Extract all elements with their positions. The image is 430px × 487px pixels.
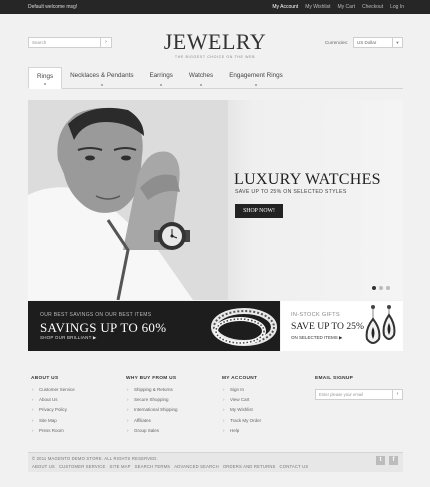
currency-label: Currencies: — [325, 40, 349, 45]
tab-necklaces-pendants[interactable]: Necklaces & Pendants — [62, 67, 141, 89]
footer: ABOUT US Customer Service About Us Priva… — [28, 376, 403, 446]
footer-link[interactable]: Privacy Policy — [31, 405, 121, 415]
login-link[interactable]: Log In — [390, 0, 404, 14]
tab-indicator-icon — [44, 83, 47, 85]
twitter-icon[interactable]: t — [376, 456, 385, 465]
footer-heading: ABOUT US — [31, 376, 59, 381]
top-links: My Account My Wishlist My Cart Checkout … — [272, 0, 404, 14]
footer-signup-column: EMAIL SIGNUP — [315, 376, 405, 385]
chevron-down-icon: ▼ — [392, 38, 402, 47]
tab-indicator-icon — [200, 84, 203, 86]
bottom-link-orders-returns[interactable]: ORDERS AND RETURNS — [223, 464, 276, 469]
tab-label: Earrings — [149, 72, 173, 79]
tab-label: Watches — [188, 72, 214, 79]
tab-earrings[interactable]: Earrings — [141, 67, 180, 89]
shop-now-button[interactable]: SHOP NOW! — [235, 204, 283, 218]
gifts-banner-headline: SAVE UP TO 25% — [291, 321, 364, 332]
arrow-right-icon: ▶ — [92, 335, 97, 340]
footer-link[interactable]: Group Sales — [126, 426, 216, 436]
footer-heading: WHY BUY FROM US — [126, 376, 177, 381]
footer-bottom-links: ABOUT US CUSTOMER SERVICE SITE MAP SEARC… — [32, 464, 308, 469]
gifts-banner-link[interactable]: ON SELECTED ITEMS ▶ — [291, 335, 343, 341]
savings-banner[interactable]: OUR BEST SAVINGS ON OUR BEST ITEMS SAVIN… — [28, 301, 280, 351]
currency-select[interactable]: US Dollar ▼ — [353, 37, 404, 48]
slider-subline: SAVE UP TO 25% ON SELECTED STYLES — [235, 189, 347, 195]
checkout-link[interactable]: Checkout — [362, 0, 383, 14]
bottom-link-site-map[interactable]: SITE MAP — [110, 464, 131, 469]
currency-switcher: Currencies: US Dollar ▼ — [325, 37, 404, 48]
tab-indicator-icon — [100, 84, 103, 86]
arrow-right-icon: ▶ — [339, 335, 343, 340]
savings-banner-link-label: SHOP OUR BRILLIANT — [40, 335, 92, 340]
footer-link[interactable]: View Cart — [222, 395, 312, 405]
footer-bottom-bar: © 2011 MAGENTO DEMO STORE. ALL RIGHTS RE… — [28, 452, 403, 472]
tab-rings[interactable]: Rings — [28, 67, 63, 89]
hero-slider[interactable]: LUXURY WATCHES SAVE UP TO 25% ON SELECTE… — [28, 100, 403, 300]
bottom-link-customer-service[interactable]: CUSTOMER SERVICE — [59, 464, 106, 469]
gifts-banner[interactable]: IN-STOCK GIFTS SAVE UP TO 25% ON SELECTE… — [281, 301, 403, 351]
footer-link[interactable]: Track My Order — [222, 416, 312, 426]
my-wishlist-link[interactable]: My Wishlist — [305, 0, 330, 14]
newsletter-form: Enter please your email › — [315, 389, 403, 400]
slider-dot-2[interactable] — [379, 286, 383, 290]
tab-indicator-icon — [160, 84, 163, 86]
footer-link[interactable]: Sign In — [222, 385, 312, 395]
main-navigation: Rings Necklaces & Pendants Earrings Watc… — [28, 67, 403, 89]
footer-why-column: WHY BUY FROM US Shipping & Returns Secur… — [126, 376, 216, 436]
logo-name: JEWELRY — [163, 29, 267, 54]
savings-banner-link[interactable]: SHOP OUR BRILLIANT ▶ — [40, 335, 97, 341]
tab-engagement-rings[interactable]: Engagement Rings — [221, 67, 291, 89]
store-logo[interactable]: JEWELRY THE BIGGEST CHOICE ON THE WEB — [150, 29, 280, 60]
footer-link[interactable]: International Shipping — [126, 405, 216, 415]
footer-link[interactable]: Secure Shopping — [126, 395, 216, 405]
footer-about-column: ABOUT US Customer Service About Us Priva… — [31, 376, 121, 436]
currency-value: US Dollar — [357, 40, 377, 45]
footer-link[interactable]: Shipping & Returns — [126, 385, 216, 395]
footer-link[interactable]: Help — [222, 426, 312, 436]
savings-banner-line1: OUR BEST SAVINGS ON OUR BEST ITEMS — [40, 312, 152, 318]
footer-link[interactable]: Customer Service — [31, 385, 121, 395]
footer-heading: MY ACCOUNT — [222, 376, 258, 381]
search-box: Search › — [28, 37, 112, 48]
my-account-link[interactable]: My Account — [272, 0, 298, 14]
slider-dot-3[interactable] — [386, 286, 390, 290]
welcome-message: Default welcome msg! — [28, 4, 78, 10]
earrings-image — [365, 305, 396, 344]
tab-label: Engagement Rings — [229, 72, 283, 79]
footer-link[interactable]: Press Room — [31, 426, 121, 436]
slider-pager — [372, 286, 390, 290]
model-with-watch-image — [28, 100, 228, 300]
copyright-text: © 2011 MAGENTO DEMO STORE. ALL RIGHTS RE… — [32, 456, 158, 461]
footer-link[interactable]: Site Map — [31, 416, 121, 426]
slider-dot-1[interactable] — [372, 286, 376, 290]
footer-account-column: MY ACCOUNT Sign In View Cart My Wishlist… — [222, 376, 312, 436]
footer-link[interactable]: My Wishlist — [222, 405, 312, 415]
footer-link[interactable]: Affiliates — [126, 416, 216, 426]
bottom-link-search-terms[interactable]: SEARCH TERMS — [135, 464, 171, 469]
gifts-banner-link-label: ON SELECTED ITEMS — [291, 335, 338, 340]
newsletter-email-input[interactable]: Enter please your email — [316, 390, 392, 399]
bottom-link-advanced-search[interactable]: ADVANCED SEARCH — [174, 464, 219, 469]
savings-banner-headline: SAVINGS UP TO 60% — [40, 320, 167, 335]
tab-indicator-icon — [254, 84, 257, 86]
tab-label: Necklaces & Pendants — [70, 72, 134, 79]
footer-link[interactable]: About Us — [31, 395, 121, 405]
logo-tagline: THE BIGGEST CHOICE ON THE WEB — [174, 55, 256, 59]
bottom-link-contact-us[interactable]: CONTACT US — [280, 464, 309, 469]
search-input[interactable]: Search — [29, 38, 100, 47]
bottom-link-about-us[interactable]: ABOUT US — [32, 464, 55, 469]
search-button[interactable]: › — [100, 38, 111, 47]
gifts-banner-line1: IN-STOCK GIFTS — [291, 312, 340, 318]
diamond-ring-image — [206, 301, 280, 351]
newsletter-submit-button[interactable]: › — [392, 390, 402, 399]
my-cart-link[interactable]: My Cart — [337, 0, 355, 14]
slider-headline: LUXURY WATCHES — [234, 171, 381, 188]
facebook-icon[interactable]: f — [389, 456, 398, 465]
footer-heading: EMAIL SIGNUP — [315, 376, 354, 381]
tab-label: Rings — [37, 73, 54, 80]
top-bar: Default welcome msg! My Account My Wishl… — [0, 0, 430, 14]
tab-watches[interactable]: Watches — [181, 67, 221, 89]
